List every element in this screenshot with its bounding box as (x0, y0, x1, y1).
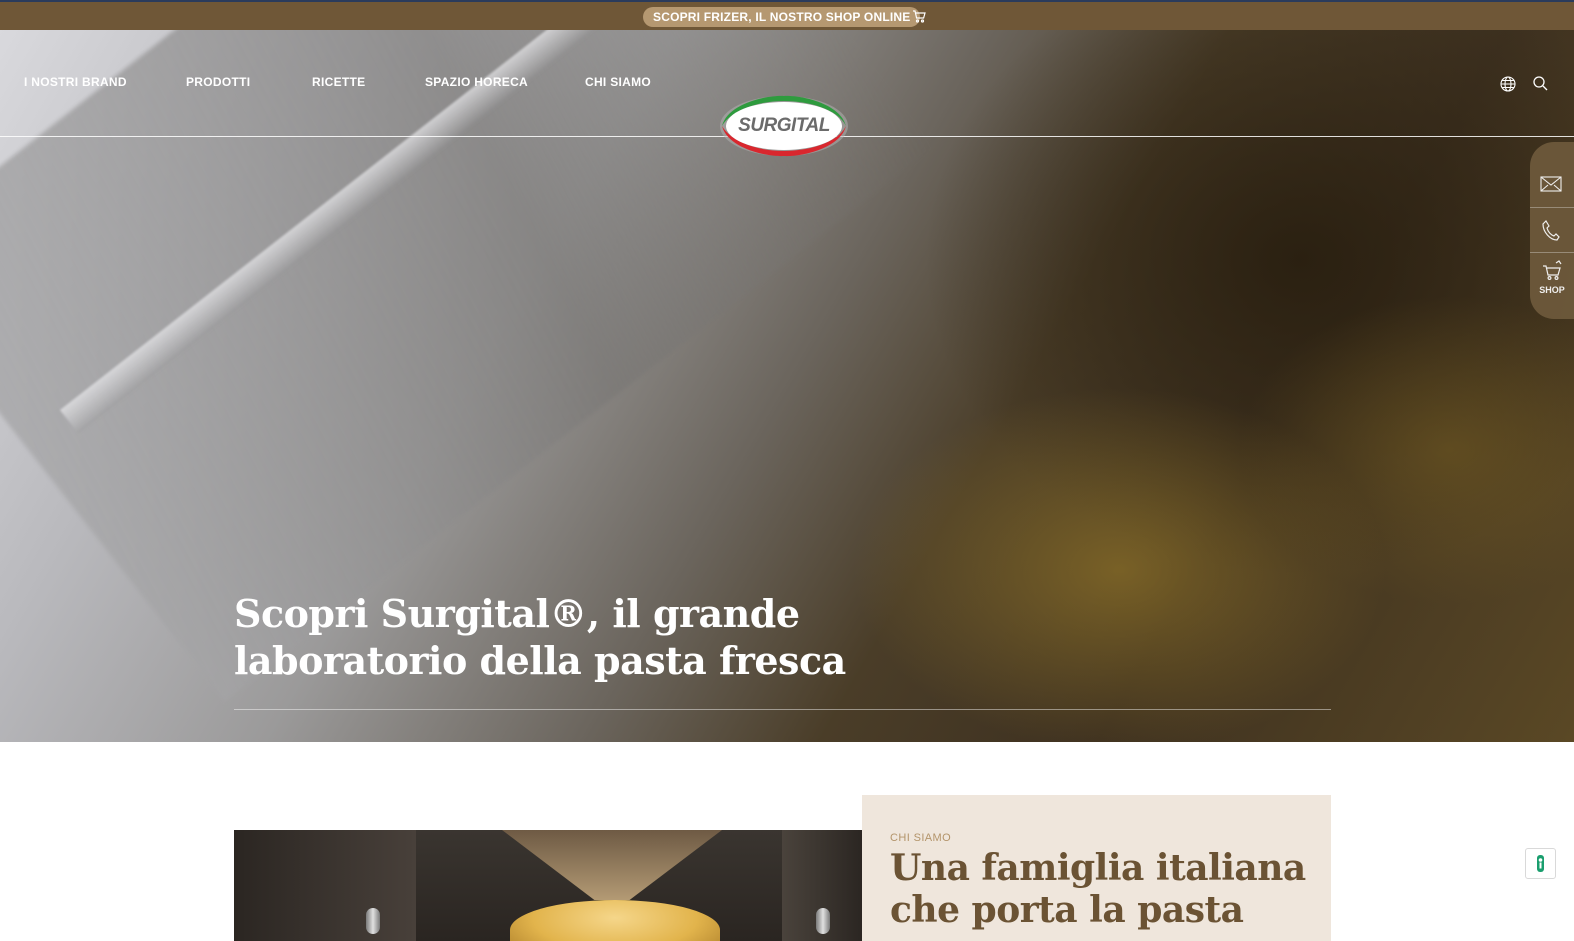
about-card: CHI SIAMO Una famiglia italiana che port… (862, 795, 1331, 941)
side-divider (1530, 252, 1574, 253)
cart-icon[interactable] (912, 10, 926, 28)
globe-icon[interactable] (1500, 76, 1516, 97)
promo-shop-link[interactable]: SCOPRI FRIZER, IL NOSTRO SHOP ONLINE (643, 7, 921, 27)
mail-icon[interactable] (1540, 176, 1562, 197)
machine-bolt (816, 908, 830, 934)
nav-item-horeca[interactable]: SPAZIO HORECA (425, 75, 528, 89)
pasta-dough (510, 900, 720, 941)
hero-divider (234, 709, 1331, 710)
hero-title: Scopri Surgital®, il grande laboratorio … (234, 591, 846, 683)
surgital-logo[interactable]: SURGITAL (718, 95, 850, 157)
cart-icon[interactable] (1541, 260, 1563, 287)
accessibility-button[interactable] (1525, 848, 1556, 879)
phone-icon[interactable] (1542, 220, 1560, 247)
nav-item-ricette[interactable]: RICETTE (312, 75, 365, 89)
machine-bolt (366, 908, 380, 934)
card-title: Una famiglia italiana che porta la pasta (890, 847, 1306, 931)
nav-item-brand[interactable]: I NOSTRI BRAND (24, 75, 127, 89)
pasta-machine-image (234, 830, 862, 941)
search-icon[interactable] (1533, 76, 1548, 96)
nav-item-chi-siamo[interactable]: CHI SIAMO (585, 75, 651, 89)
promo-bar: SCOPRI FRIZER, IL NOSTRO SHOP ONLINE (0, 0, 1574, 30)
side-contact-panel: SHOP (1530, 142, 1574, 319)
machine-funnel (502, 830, 722, 900)
shop-label[interactable]: SHOP (1530, 285, 1574, 295)
machine-frame-left (234, 830, 416, 941)
logo-wordmark: SURGITAL (738, 115, 830, 136)
card-eyebrow: CHI SIAMO (890, 832, 952, 844)
side-divider (1530, 207, 1574, 208)
nav-item-prodotti[interactable]: PRODOTTI (186, 75, 250, 89)
